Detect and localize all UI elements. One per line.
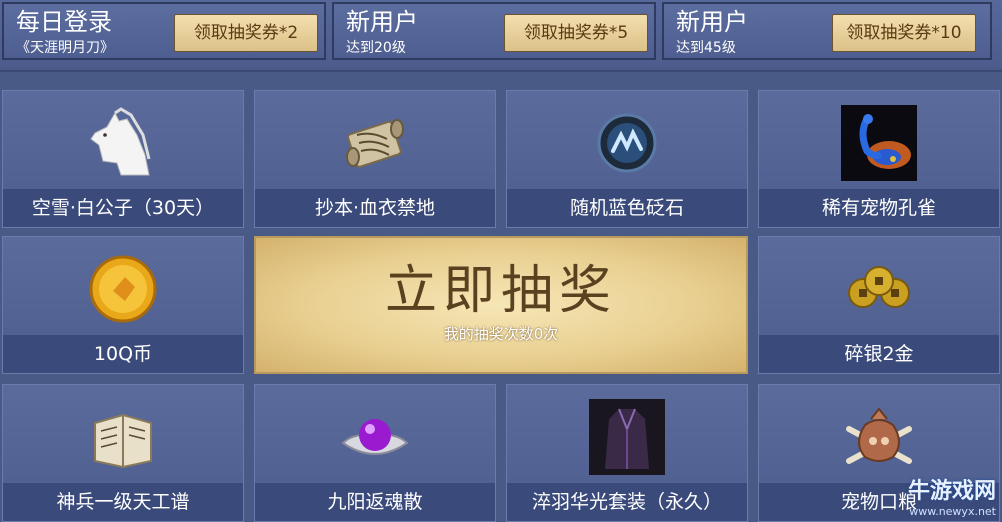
prize-label: 稀有宠物孔雀 [759,189,999,227]
prize-label: 碎银2金 [759,335,999,373]
claim-ticket-button[interactable]: 领取抽奖券*2 [174,14,318,52]
task-title: 新用户 [676,8,748,36]
watermark-url: www.newyx.net [909,505,996,518]
prize-cell-costume: 淬羽华光套装（永久） [506,384,748,522]
prize-label: 随机蓝色砭石 [507,189,747,227]
prize-cell-blue-stone: 随机蓝色砭石 [506,90,748,228]
prize-label: 神兵一级天工谱 [3,483,243,521]
task-level-20: 新用户 达到20级 领取抽奖券*5 [332,2,656,60]
task-subtitle: 达到20级 [346,40,406,56]
prize-cell-qcoin: 10Q币 [2,236,244,374]
food-bag-icon [846,407,912,464]
divider [0,70,1002,72]
task-subtitle: 达到45级 [676,40,736,56]
watermark-text: 牛游戏网 [907,479,996,504]
task-bar: 每日登录 《天涯明月刀》 领取抽奖券*2 新用户 达到20级 领取抽奖券*5 新… [0,0,1002,68]
scroll-icon [346,119,404,168]
watermark: 牛游戏网 www.newyx.net [908,473,996,518]
draw-title: 立即抽奖 [384,261,617,321]
gold-coin-icon [89,255,157,323]
prize-cell-book: 神兵一级天工谱 [2,384,244,522]
prize-label: 空雪·白公子（30天） [3,189,243,227]
task-title: 新用户 [346,8,418,36]
task-level-45: 新用户 达到45级 领取抽奖券*10 [662,2,992,60]
costume-icon [589,399,665,475]
task-title: 每日登录 [16,8,112,36]
prize-cell-scroll: 抄本·血衣禁地 [254,90,496,228]
prize-label: 九阳返魂散 [255,483,495,521]
prize-label: 淬羽华光套装（永久） [507,483,747,521]
claim-ticket-button[interactable]: 领取抽奖券*5 [504,14,648,52]
book-icon [94,413,152,469]
claim-ticket-button[interactable]: 领取抽奖券*10 [832,14,976,52]
draw-button[interactable]: 立即抽奖 我的抽奖次数0次 [254,236,748,374]
prize-label: 抄本·血衣禁地 [255,189,495,227]
prize-cell-horse: 空雪·白公子（30天） [2,90,244,228]
pearl-shell-icon [341,419,409,455]
prize-label: 10Q币 [3,335,243,373]
silver-coins-icon [848,266,910,308]
white-horse-icon [90,107,151,176]
prize-cell-peacock: 稀有宠物孔雀 [758,90,1000,228]
task-daily-login: 每日登录 《天涯明月刀》 领取抽奖券*2 [2,2,326,60]
task-subtitle: 《天涯明月刀》 [16,40,114,56]
prize-cell-silver: 碎银2金 [758,236,1000,374]
draw-count-text: 我的抽奖次数0次 [443,325,559,343]
peacock-icon [841,105,917,181]
prize-cell-pearl: 九阳返魂散 [254,384,496,522]
blue-stone-icon [597,113,657,173]
